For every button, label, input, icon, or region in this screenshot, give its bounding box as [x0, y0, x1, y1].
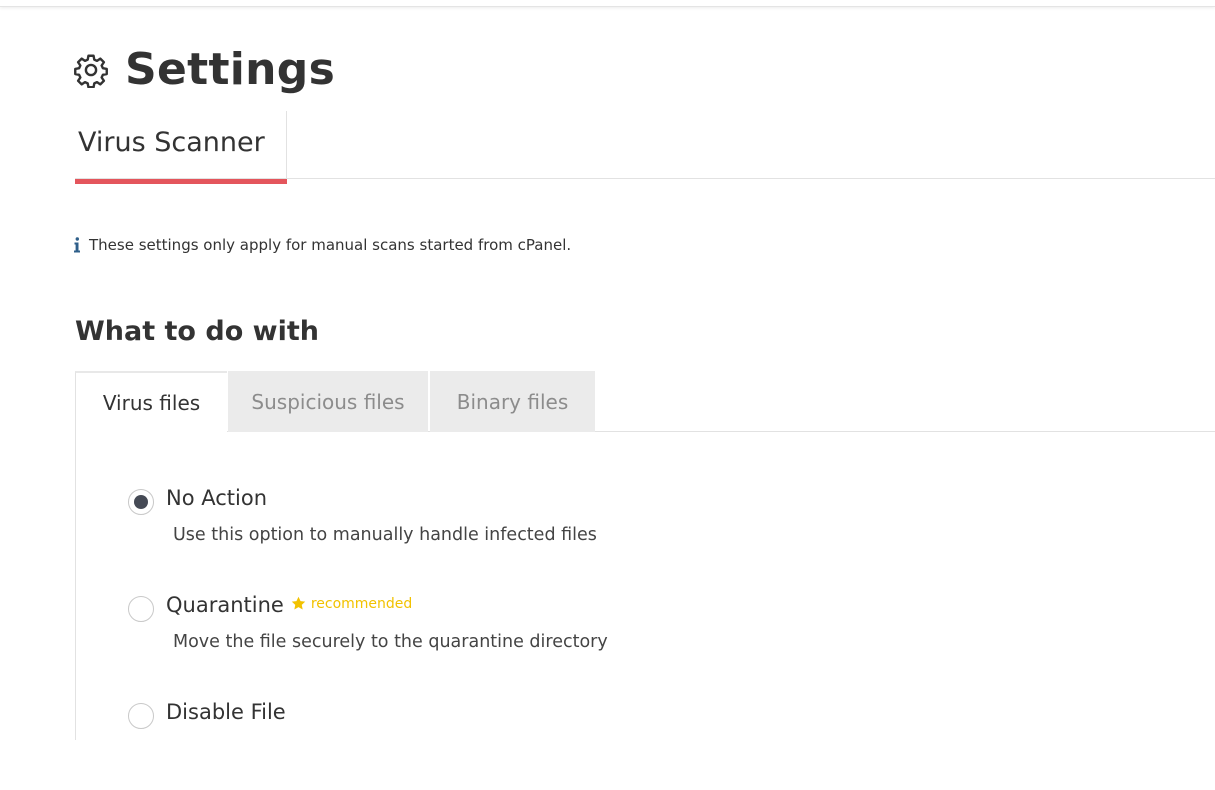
radio-no-action[interactable] — [128, 489, 154, 515]
main-tabs: Virus Scanner — [75, 111, 1215, 184]
option-label: Quarantine — [166, 593, 284, 617]
file-type-tabs: Virus files Suspicious files Binary file… — [75, 371, 1215, 433]
gear-icon — [74, 54, 108, 88]
section-heading: What to do with — [75, 316, 319, 347]
info-icon — [74, 237, 80, 253]
tab-virus-scanner[interactable]: Virus Scanner — [75, 111, 287, 184]
option-label: Disable File — [166, 700, 286, 724]
radio-disable-file[interactable] — [128, 703, 154, 729]
option-description: Use this option to manually handle infec… — [173, 525, 597, 545]
recommended-text: recommended — [310, 595, 413, 612]
page-title: Settings — [125, 44, 336, 95]
page-header: Settings — [73, 44, 335, 96]
info-note: These settings only apply for manual sca… — [73, 236, 571, 254]
tab-label: Virus Scanner — [78, 127, 265, 158]
info-note-text: These settings only apply for manual sca… — [89, 236, 572, 254]
tab-binary-files[interactable]: Binary files — [430, 371, 595, 432]
top-bar — [0, 0, 1215, 7]
option-description: Move the file securely to the quarantine… — [173, 632, 608, 652]
recommended-badge: recommended — [290, 595, 412, 612]
star-icon — [291, 596, 306, 610]
active-tab-indicator — [75, 179, 287, 184]
tab-virus-files[interactable]: Virus files — [75, 371, 227, 433]
option-label: No Action — [166, 486, 268, 510]
action-options-panel: No Action Use this option to manually ha… — [75, 432, 1215, 740]
radio-quarantine[interactable] — [128, 596, 154, 622]
tab-suspicious-files[interactable]: Suspicious files — [228, 371, 428, 432]
